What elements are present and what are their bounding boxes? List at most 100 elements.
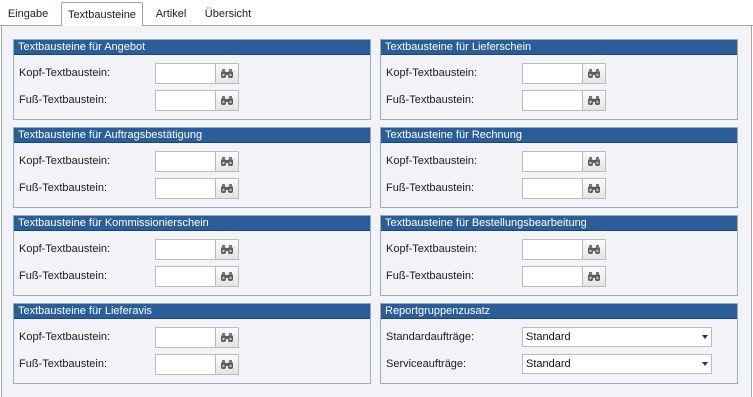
- binoculars-icon: [220, 183, 234, 194]
- kopf-row: Kopf-Textbaustein:: [381, 63, 737, 85]
- fuss-row: Fuß-Textbaustein:: [14, 178, 370, 200]
- kopf-row: Kopf-Textbaustein:: [381, 151, 737, 173]
- fuss-textbaustein-input[interactable]: [155, 266, 215, 287]
- serviceauftraege-select[interactable]: Standard: [522, 354, 712, 374]
- chevron-down-icon: [702, 362, 708, 366]
- fuss-row: Fuß-Textbaustein:: [14, 354, 370, 376]
- binoculars-icon: [587, 183, 601, 194]
- fuss-row: Fuß-Textbaustein:: [14, 90, 370, 112]
- binoculars-icon: [587, 68, 601, 79]
- standard-row: Standardaufträge: Standard: [381, 327, 737, 349]
- fuss-row: Fuß-Textbaustein:: [381, 90, 737, 112]
- group-bestellungsbearbeitung: Textbausteine für Bestellungsbearbeitung…: [380, 215, 738, 296]
- binoculars-icon: [220, 156, 234, 167]
- lookup-button[interactable]: [215, 327, 239, 348]
- field-label: Fuß-Textbaustein:: [19, 358, 108, 370]
- field-label: Standardaufträge:: [386, 331, 475, 343]
- fuss-textbaustein-input[interactable]: [155, 90, 215, 111]
- binoculars-icon: [587, 95, 601, 106]
- group-lieferschein: Textbausteine für Lieferschein Kopf-Text…: [380, 39, 738, 120]
- lookup-button[interactable]: [215, 266, 239, 287]
- binoculars-icon: [220, 332, 234, 343]
- field-label: Fuß-Textbaustein:: [19, 94, 108, 106]
- field-label: Kopf-Textbaustein:: [19, 67, 111, 79]
- field-label: Kopf-Textbaustein:: [19, 243, 111, 255]
- group-header: Textbausteine für Auftragsbestätigung: [14, 128, 370, 143]
- group-kommissionierschein: Textbausteine für Kommissionierschein Ko…: [13, 215, 371, 296]
- kopf-textbaustein-input[interactable]: [522, 239, 582, 260]
- binoculars-icon: [587, 244, 601, 255]
- binoculars-icon: [220, 68, 234, 79]
- kopf-row: Kopf-Textbaustein:: [14, 327, 370, 349]
- kopf-textbaustein-input[interactable]: [522, 151, 582, 172]
- field-label: Fuß-Textbaustein:: [386, 270, 475, 282]
- field-label: Kopf-Textbaustein:: [19, 331, 111, 343]
- kopf-textbaustein-input[interactable]: [155, 327, 215, 348]
- tab-bar: Eingabe Textbausteine Artikel Übersicht: [0, 0, 753, 26]
- lookup-button[interactable]: [215, 354, 239, 375]
- lookup-button[interactable]: [215, 151, 239, 172]
- binoculars-icon: [220, 95, 234, 106]
- fuss-row: Fuß-Textbaustein:: [381, 178, 737, 200]
- fuss-textbaustein-input[interactable]: [522, 90, 582, 111]
- group-header: Textbausteine für Rechnung: [381, 128, 737, 143]
- field-label: Serviceaufträge:: [386, 358, 467, 370]
- kopf-row: Kopf-Textbaustein:: [14, 239, 370, 261]
- binoculars-icon: [587, 156, 601, 167]
- group-rechnung: Textbausteine für Rechnung Kopf-Textbaus…: [380, 127, 738, 208]
- group-header: Textbausteine für Lieferschein: [381, 40, 737, 55]
- tab-textbausteine[interactable]: Textbausteine: [61, 2, 143, 26]
- binoculars-icon: [220, 359, 234, 370]
- standardauftraege-select[interactable]: Standard: [522, 327, 712, 347]
- kopf-row: Kopf-Textbaustein:: [14, 151, 370, 173]
- binoculars-icon: [587, 271, 601, 282]
- kopf-textbaustein-input[interactable]: [522, 63, 582, 84]
- binoculars-icon: [220, 244, 234, 255]
- group-angebot: Textbausteine für Angebot Kopf-Textbaust…: [13, 39, 371, 120]
- lookup-button[interactable]: [582, 266, 606, 287]
- kopf-textbaustein-input[interactable]: [155, 151, 215, 172]
- fuss-textbaustein-input[interactable]: [522, 178, 582, 199]
- lookup-button[interactable]: [215, 239, 239, 260]
- group-reportgruppenzusatz: Reportgruppenzusatz Standardaufträge: St…: [380, 303, 738, 384]
- group-auftragsbestaetigung: Textbausteine für Auftragsbestätigung Ko…: [13, 127, 371, 208]
- lookup-button[interactable]: [215, 178, 239, 199]
- group-header: Textbausteine für Kommissionierschein: [14, 216, 370, 231]
- fuss-textbaustein-input[interactable]: [522, 266, 582, 287]
- service-row: Serviceaufträge: Standard: [381, 354, 737, 376]
- tab-eingabe[interactable]: Eingabe: [6, 6, 50, 25]
- lookup-button[interactable]: [215, 90, 239, 111]
- field-label: Fuß-Textbaustein:: [386, 94, 475, 106]
- fuss-row: Fuß-Textbaustein:: [14, 266, 370, 288]
- lookup-button[interactable]: [582, 239, 606, 260]
- lookup-button[interactable]: [582, 90, 606, 111]
- binoculars-icon: [220, 271, 234, 282]
- fuss-textbaustein-input[interactable]: [155, 178, 215, 199]
- field-label: Fuß-Textbaustein:: [19, 182, 108, 194]
- fuss-row: Fuß-Textbaustein:: [381, 266, 737, 288]
- field-label: Kopf-Textbaustein:: [386, 243, 478, 255]
- lookup-button[interactable]: [582, 151, 606, 172]
- select-value: Standard: [526, 358, 571, 370]
- tab-content-panel: Textbausteine für Angebot Kopf-Textbaust…: [1, 26, 752, 397]
- chevron-down-icon: [702, 335, 708, 339]
- group-header: Textbausteine für Lieferavis: [14, 304, 370, 319]
- field-label: Kopf-Textbaustein:: [386, 67, 478, 79]
- group-lieferavis: Textbausteine für Lieferavis Kopf-Textba…: [13, 303, 371, 384]
- tab-artikel[interactable]: Artikel: [154, 6, 188, 25]
- group-header: Textbausteine für Angebot: [14, 40, 370, 55]
- field-label: Kopf-Textbaustein:: [386, 155, 478, 167]
- field-label: Fuß-Textbaustein:: [386, 182, 475, 194]
- kopf-textbaustein-input[interactable]: [155, 63, 215, 84]
- fuss-textbaustein-input[interactable]: [155, 354, 215, 375]
- kopf-textbaustein-input[interactable]: [155, 239, 215, 260]
- field-label: Kopf-Textbaustein:: [19, 155, 111, 167]
- field-label: Fuß-Textbaustein:: [19, 270, 108, 282]
- lookup-button[interactable]: [215, 63, 239, 84]
- select-value: Standard: [526, 331, 571, 343]
- lookup-button[interactable]: [582, 178, 606, 199]
- kopf-row: Kopf-Textbaustein:: [381, 239, 737, 261]
- lookup-button[interactable]: [582, 63, 606, 84]
- tab-uebersicht[interactable]: Übersicht: [203, 6, 253, 25]
- group-header: Textbausteine für Bestellungsbearbeitung: [381, 216, 737, 231]
